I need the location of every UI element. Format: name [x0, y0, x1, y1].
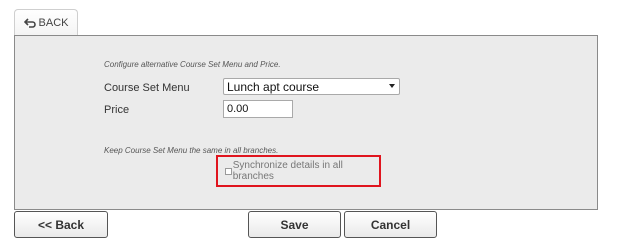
- price-label: Price: [104, 104, 130, 116]
- return-arrow-icon: [23, 17, 36, 28]
- back-button[interactable]: << Back: [14, 211, 108, 238]
- course-set-menu-select[interactable]: Lunch apt course: [223, 78, 400, 95]
- course-set-menu-value: Lunch apt course: [227, 79, 320, 94]
- top-back-label: BACK: [38, 16, 69, 29]
- cancel-button[interactable]: Cancel: [344, 211, 437, 238]
- dropdown-arrow-icon: [389, 84, 395, 88]
- top-back-button[interactable]: BACK: [14, 9, 78, 35]
- sync-label[interactable]: Synchronize details in all branches: [233, 160, 379, 182]
- price-value: 0.00: [227, 103, 249, 115]
- course-set-menu-label: Course Set Menu: [104, 82, 190, 94]
- course-config-panel: Configure alternative Course Set Menu an…: [14, 35, 598, 210]
- same-menu-description: Keep Course Set Menu the same in all bra…: [104, 146, 279, 155]
- alt-config-description: Configure alternative Course Set Menu an…: [104, 60, 281, 69]
- page: BACK Configure alternative Course Set Me…: [0, 0, 618, 241]
- save-button[interactable]: Save: [248, 211, 341, 238]
- sync-checkbox[interactable]: [225, 167, 232, 175]
- price-input[interactable]: 0.00: [223, 100, 293, 118]
- sync-highlight-box: Synchronize details in all branches: [216, 155, 381, 187]
